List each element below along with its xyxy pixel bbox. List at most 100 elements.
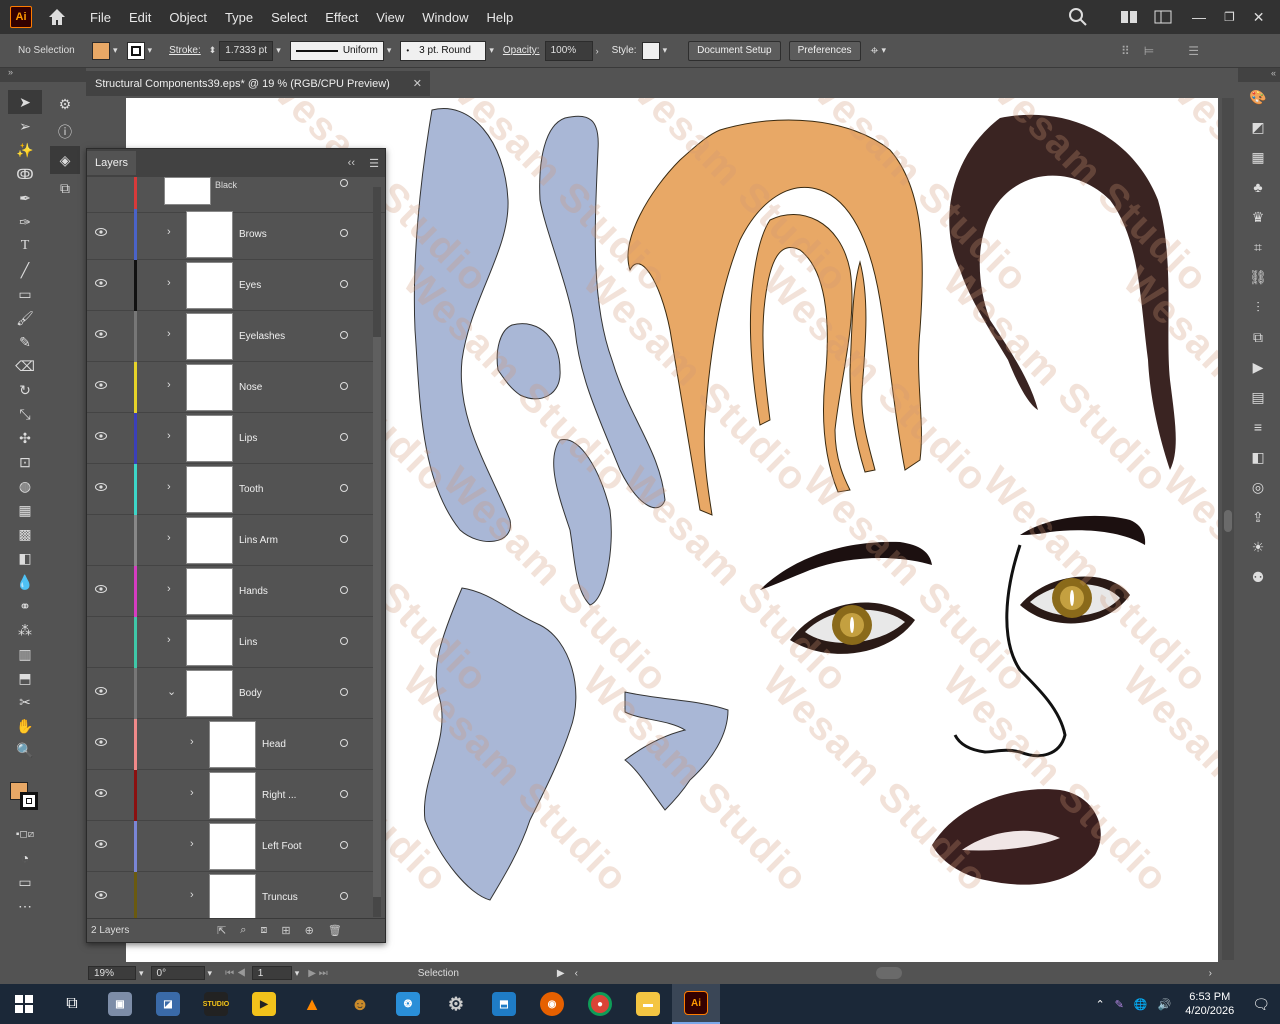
layer-row[interactable]: › Right ... xyxy=(87,770,373,821)
target-circle-icon[interactable] xyxy=(340,433,348,441)
rotate-tool-icon[interactable]: ↻ xyxy=(8,378,42,402)
layer-row[interactable]: › Eyes xyxy=(87,260,373,311)
layer-row[interactable]: › Hands xyxy=(87,566,373,617)
chevron-right-icon[interactable]: › xyxy=(167,532,171,544)
gradient-panel-icon[interactable]: ◧ xyxy=(1238,442,1278,472)
menu-view[interactable]: View xyxy=(376,10,404,25)
visibility-eye-icon[interactable] xyxy=(95,839,107,849)
lasso-tool-icon[interactable]: ↂ xyxy=(8,162,42,186)
menu-edit[interactable]: Edit xyxy=(129,10,151,25)
delete-layer-icon[interactable]: 🗑 xyxy=(328,924,342,937)
artboards-icon[interactable]: ⧉ xyxy=(50,174,80,202)
app-icon-vlc[interactable]: ▲ xyxy=(288,984,336,1024)
shape-builder-tool-icon[interactable]: ◍ xyxy=(8,474,42,498)
layers-tab[interactable]: Layers xyxy=(87,151,137,175)
chevron-right-icon[interactable]: › xyxy=(167,226,171,238)
scroll-right-icon[interactable]: › xyxy=(1209,968,1212,979)
chevron-right-icon[interactable]: › xyxy=(190,736,194,748)
chevron-right-icon[interactable]: › xyxy=(167,634,171,646)
menu-object[interactable]: Object xyxy=(169,10,207,25)
visibility-eye-icon[interactable] xyxy=(95,890,107,900)
target-circle-icon[interactable] xyxy=(340,382,348,390)
app-icon-editor[interactable]: ◪ xyxy=(144,984,192,1024)
pen-tool-icon[interactable]: ✒ xyxy=(8,186,42,210)
layer-row[interactable]: › Lips xyxy=(87,413,373,464)
visibility-eye-icon[interactable] xyxy=(95,431,107,441)
opacity-label[interactable]: Opacity: xyxy=(503,45,540,56)
artboard-field[interactable]: 1 xyxy=(251,966,292,980)
restore-icon[interactable]: ❐ xyxy=(1224,10,1235,24)
chevron-right-icon[interactable]: › xyxy=(167,328,171,340)
magic-wand-tool-icon[interactable]: ✨ xyxy=(8,138,42,162)
type-tool-icon[interactable]: T xyxy=(8,234,42,258)
rotation-field[interactable]: 0° xyxy=(150,966,205,980)
pen-icon[interactable]: ✎ xyxy=(1115,998,1124,1011)
distribute-icon[interactable]: ⊨ xyxy=(1144,44,1154,58)
libraries-icon[interactable]: ▤ xyxy=(1238,382,1278,412)
brush-definition[interactable]: • 3 pt. Round ▾ xyxy=(400,39,497,63)
first-artboard-icon[interactable]: ⏮ ◀ xyxy=(225,968,246,979)
chevron-right-icon[interactable]: › xyxy=(190,838,194,850)
opacity-field[interactable]: 100% › xyxy=(544,39,602,63)
app-icon-store[interactable]: ⬒ xyxy=(480,984,528,1024)
variable-width-profile[interactable]: Uniform ▾ xyxy=(289,39,395,63)
stroke-panel-icon[interactable]: ≡ xyxy=(1238,412,1278,442)
align-panel-icon[interactable]: ⫶ xyxy=(1238,292,1278,322)
target-circle-icon[interactable] xyxy=(340,841,348,849)
target-circle-icon[interactable] xyxy=(340,331,348,339)
links-icon[interactable]: ⛓ xyxy=(1238,262,1278,292)
zoom-field[interactable]: 19% xyxy=(88,966,136,980)
layer-row[interactable]: › Lins xyxy=(87,617,373,668)
scale-tool-icon[interactable]: ⤡ xyxy=(8,402,42,426)
stroke-label[interactable]: Stroke: xyxy=(169,45,201,56)
close-tab-icon[interactable]: ✕ xyxy=(413,77,422,90)
curvature-tool-icon[interactable]: ✑ xyxy=(8,210,42,234)
visibility-eye-icon[interactable] xyxy=(95,278,107,288)
symbol-sprayer-tool-icon[interactable]: ⁂ xyxy=(8,618,42,642)
transform-icon[interactable]: ⌗ xyxy=(1238,232,1278,262)
perspective-grid-tool-icon[interactable]: ▦ xyxy=(8,498,42,522)
layer-row[interactable]: › Head xyxy=(87,719,373,770)
layers-scrollbar[interactable] xyxy=(373,187,381,917)
workspace-switcher-icon[interactable] xyxy=(1154,10,1172,24)
chevron-right-icon[interactable]: › xyxy=(167,583,171,595)
actions-icon[interactable]: ▶ xyxy=(1238,352,1278,382)
close-icon[interactable]: ✕ xyxy=(1253,9,1265,26)
panel-menu-icon[interactable]: ☰ xyxy=(1188,44,1199,58)
quick-actions-icon[interactable]: ⌖ ▾ xyxy=(871,39,889,63)
transparency-icon[interactable]: ◎ xyxy=(1238,472,1278,502)
color-mode-icon[interactable]: ▪◻⧄ xyxy=(8,822,42,846)
chevron-right-icon[interactable]: › xyxy=(167,430,171,442)
visibility-eye-icon[interactable] xyxy=(95,584,107,594)
chevron-right-icon[interactable]: › xyxy=(190,787,194,799)
slice-tool-icon[interactable]: ✂ xyxy=(8,690,42,714)
visibility-eye-icon[interactable] xyxy=(95,380,107,390)
target-circle-icon[interactable] xyxy=(340,739,348,747)
layer-row[interactable]: › Eyelashes xyxy=(87,311,373,362)
next-artboard-icon[interactable]: ▶ ⏭ xyxy=(308,968,327,979)
app-icon-photos[interactable]: ▣ xyxy=(96,984,144,1024)
menu-help[interactable]: Help xyxy=(486,10,513,25)
hand-tool-icon[interactable]: ✋ xyxy=(8,714,42,738)
visibility-eye-icon[interactable] xyxy=(95,686,107,696)
chevron-right-icon[interactable]: › xyxy=(167,481,171,493)
app-icon-network[interactable]: ❂ xyxy=(384,984,432,1024)
layer-row[interactable]: › Truncus xyxy=(87,872,373,921)
layers-panel-icon[interactable]: ◈ xyxy=(50,146,80,174)
visibility-eye-icon[interactable] xyxy=(95,227,107,237)
vertical-scrollbar[interactable] xyxy=(1222,98,1234,960)
menu-type[interactable]: Type xyxy=(225,10,253,25)
clock[interactable]: 6:53 PM 4/20/2026 xyxy=(1185,990,1234,1018)
stroke-swatch[interactable]: ▾ xyxy=(126,39,156,63)
column-graph-tool-icon[interactable]: ▥ xyxy=(8,642,42,666)
brushes-icon[interactable]: ♛ xyxy=(1238,202,1278,232)
task-view-icon[interactable]: ⧉ xyxy=(48,984,96,1024)
layer-row[interactable]: › Brows xyxy=(87,209,373,260)
symbols-icon[interactable]: ♣ xyxy=(1238,172,1278,202)
shaper-tool-icon[interactable]: ✎ xyxy=(8,330,42,354)
layer-row-partial[interactable]: Black xyxy=(87,177,385,213)
layer-row[interactable]: › Lins Arm xyxy=(87,515,373,566)
app-icon-tool[interactable]: ⚙ xyxy=(432,984,480,1024)
color-guide-icon[interactable]: ◩ xyxy=(1238,112,1278,142)
horizontal-scroll-thumb[interactable] xyxy=(876,967,902,979)
